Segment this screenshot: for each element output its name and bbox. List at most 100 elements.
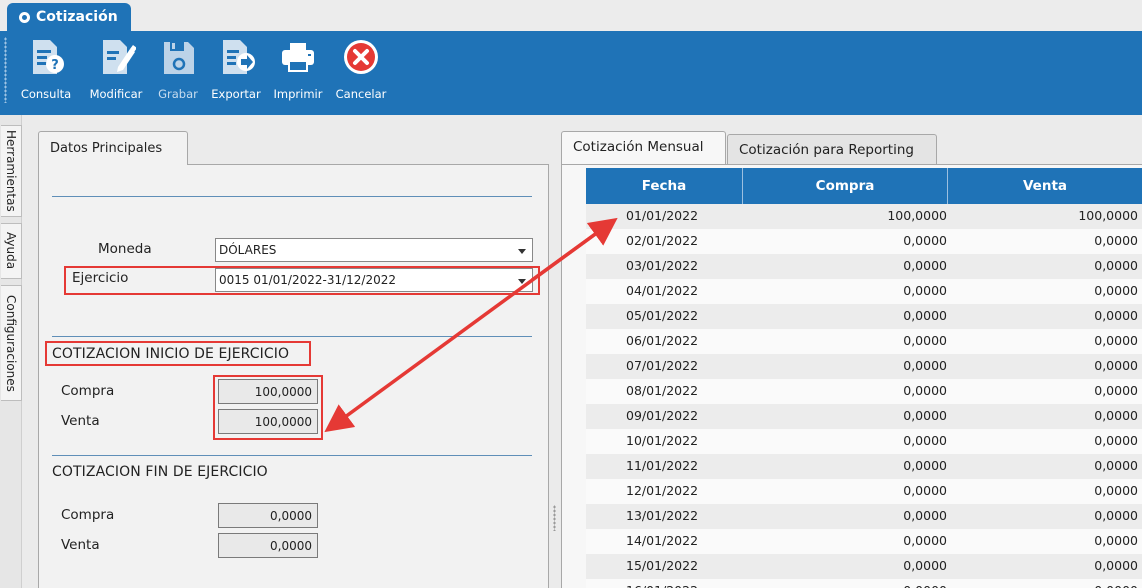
toolbar: ? Consulta Modificar Grabar Exportar Imp… [0, 31, 1142, 115]
cell-venta: 0,0000 [1094, 458, 1138, 473]
column-header-fecha[interactable]: Fecha [586, 168, 743, 204]
inicio-venta-label: Venta [61, 413, 100, 429]
side-tab-configuraciones[interactable]: Configuraciones [1, 285, 22, 401]
side-rail: Herramientas Ayuda Configuraciones [0, 115, 22, 588]
fin-section-title: COTIZACION FIN DE EJERCICIO [52, 464, 268, 480]
ejercicio-value: 0015 01/01/2022-31/12/2022 [219, 273, 397, 287]
cell-compra: 0,0000 [903, 508, 947, 523]
moneda-value: DÓLARES [219, 243, 277, 257]
grabar-button[interactable]: Grabar [153, 37, 203, 109]
cell-fecha: 14/01/2022 [626, 533, 699, 548]
panel-splitter[interactable] [553, 505, 556, 531]
window-tab-strip [0, 0, 1142, 31]
table-row[interactable]: 10/01/2022 0,0000 0,0000 [586, 429, 1142, 454]
cell-fecha: 09/01/2022 [626, 408, 699, 423]
column-header-venta[interactable]: Venta [948, 168, 1142, 204]
cell-compra: 0,0000 [903, 458, 947, 473]
cell-fecha: 02/01/2022 [626, 233, 699, 248]
modificar-label: Modificar [89, 87, 143, 101]
table-row[interactable]: 03/01/2022 0,0000 0,0000 [586, 254, 1142, 279]
cell-venta: 0,0000 [1094, 508, 1138, 523]
tab-cotizacion-mensual[interactable]: Cotización Mensual [561, 131, 726, 164]
svg-text:?: ? [51, 58, 59, 73]
cell-compra: 0,0000 [903, 483, 947, 498]
table-row[interactable]: 04/01/2022 0,0000 0,0000 [586, 279, 1142, 304]
cell-venta: 0,0000 [1094, 283, 1138, 298]
tab-cotizacion-reporting[interactable]: Cotización para Reporting [727, 134, 937, 164]
table-row[interactable]: 05/01/2022 0,0000 0,0000 [586, 304, 1142, 329]
cell-fecha: 05/01/2022 [626, 308, 699, 323]
cell-venta: 0,0000 [1094, 558, 1138, 573]
cancelar-button[interactable]: Cancelar [331, 37, 391, 109]
cell-venta: 0,0000 [1094, 433, 1138, 448]
cell-venta: 0,0000 [1094, 533, 1138, 548]
consulta-button[interactable]: ? Consulta [21, 37, 71, 109]
cell-compra: 0,0000 [903, 408, 947, 423]
cell-venta: 0,0000 [1094, 583, 1138, 588]
side-tab-herramientas-label: Herramientas [4, 130, 18, 212]
cell-venta: 0,0000 [1094, 383, 1138, 398]
table-row[interactable]: 08/01/2022 0,0000 0,0000 [586, 379, 1142, 404]
table-row[interactable]: 14/01/2022 0,0000 0,0000 [586, 529, 1142, 554]
table-row[interactable]: 09/01/2022 0,0000 0,0000 [586, 404, 1142, 429]
window-tab[interactable]: Cotización [7, 3, 131, 31]
cell-compra: 0,0000 [903, 383, 947, 398]
moneda-select[interactable]: DÓLARES [215, 238, 533, 262]
fin-compra-label: Compra [61, 507, 115, 523]
divider-top [52, 196, 532, 197]
divider-inicio [52, 336, 532, 337]
table-row[interactable]: 02/01/2022 0,0000 0,0000 [586, 229, 1142, 254]
cell-fecha: 16/01/2022 [626, 583, 698, 588]
table-row[interactable]: 11/01/2022 0,0000 0,0000 [586, 454, 1142, 479]
table-row[interactable]: 15/01/2022 0,0000 0,0000 [586, 554, 1142, 579]
cell-compra: 0,0000 [903, 233, 947, 248]
cell-fecha: 06/01/2022 [626, 333, 699, 348]
side-tab-ayuda[interactable]: Ayuda [1, 223, 22, 279]
exportar-label: Exportar [211, 87, 261, 101]
cell-fecha: 10/01/2022 [626, 433, 699, 448]
grabar-label: Grabar [158, 87, 198, 101]
imprimir-button[interactable]: Imprimir [270, 37, 326, 109]
table-row[interactable]: 01/01/2022 100,0000 100,0000 [586, 204, 1142, 229]
table-row[interactable]: 07/01/2022 0,0000 0,0000 [586, 354, 1142, 379]
side-tab-herramientas[interactable]: Herramientas [1, 125, 22, 217]
query-doc-icon: ? [33, 40, 64, 74]
imprimir-label: Imprimir [273, 87, 323, 101]
tab-datos-principales[interactable]: Datos Principales [38, 131, 188, 165]
cell-fecha: 12/01/2022 [626, 483, 699, 498]
cell-venta: 0,0000 [1094, 358, 1138, 373]
side-tab-configuraciones-label: Configuraciones [4, 294, 18, 392]
ejercicio-select[interactable]: 0015 01/01/2022-31/12/2022 [215, 268, 533, 292]
table-row[interactable]: 16/01/2022 0,0000 0,0000 [586, 579, 1142, 588]
cell-fecha: 08/01/2022 [626, 383, 699, 398]
cancelar-label: Cancelar [335, 87, 387, 101]
cell-fecha: 13/01/2022 [626, 508, 699, 523]
chevron-down-icon [518, 279, 526, 284]
divider-fin [52, 455, 532, 456]
cell-fecha: 11/01/2022 [626, 458, 699, 473]
chevron-down-icon [518, 249, 526, 254]
table-row[interactable]: 06/01/2022 0,0000 0,0000 [586, 329, 1142, 354]
ejercicio-label: Ejercicio [72, 270, 129, 286]
cell-fecha: 01/01/2022 [626, 208, 699, 223]
cell-venta: 0,0000 [1094, 408, 1138, 423]
exportar-button[interactable]: Exportar [207, 37, 265, 109]
cell-venta: 0,0000 [1094, 483, 1138, 498]
export-doc-icon [223, 40, 255, 74]
cell-compra: 0,0000 [903, 258, 947, 273]
inicio-venta-field[interactable]: 100,0000 [218, 409, 318, 434]
fin-compra-field[interactable]: 0,0000 [218, 503, 318, 528]
window-tab-title: Cotización [36, 9, 118, 25]
table-row[interactable]: 13/01/2022 0,0000 0,0000 [586, 504, 1142, 529]
cell-compra: 0,0000 [903, 433, 947, 448]
column-header-compra[interactable]: Compra [743, 168, 948, 204]
save-disk-icon [164, 42, 194, 74]
fin-venta-field[interactable]: 0,0000 [218, 533, 318, 558]
modificar-button[interactable]: Modificar [86, 37, 146, 109]
inicio-compra-field[interactable]: 100,0000 [218, 379, 318, 404]
cell-fecha: 07/01/2022 [626, 358, 699, 373]
cell-compra: 0,0000 [903, 333, 947, 348]
cell-venta: 0,0000 [1094, 233, 1138, 248]
table-row[interactable]: 12/01/2022 0,0000 0,0000 [586, 479, 1142, 504]
fin-venta-label: Venta [61, 537, 100, 553]
